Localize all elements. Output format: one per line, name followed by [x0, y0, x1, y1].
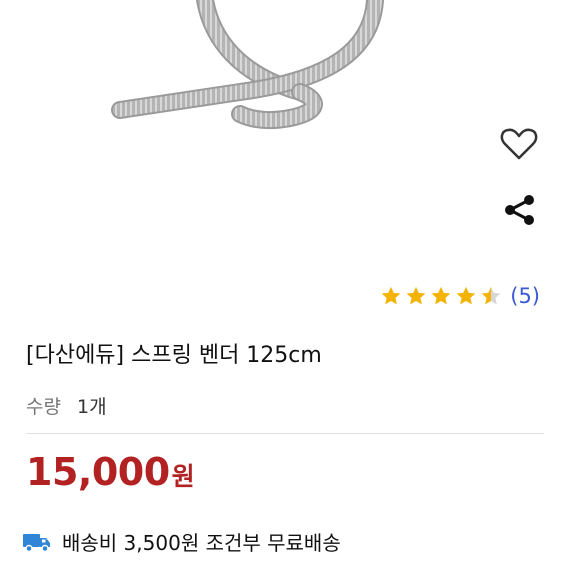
share-button[interactable]	[500, 190, 540, 230]
star-icon	[431, 286, 451, 305]
quantity-value: 1개	[77, 396, 107, 418]
star-icon	[456, 286, 476, 305]
rating[interactable]: (5)	[380, 280, 540, 312]
shipping-info: 배송비 3,500원 조건부 무료배송	[22, 527, 341, 556]
product-title: [다산에듀] 스프링 벤더 125cm	[26, 343, 322, 368]
price-amount: 15,000	[26, 450, 170, 494]
truck-icon	[23, 533, 50, 552]
review-count[interactable]: (5)	[510, 284, 540, 308]
divider	[26, 433, 544, 434]
price: 15,000원	[26, 450, 195, 494]
heart-icon	[500, 128, 538, 160]
shipping-text: 배송비 3,500원 조건부 무료배송	[62, 531, 341, 555]
star-icon	[406, 286, 426, 305]
quantity: 수량 1개	[26, 392, 107, 419]
quantity-label: 수량	[26, 396, 61, 418]
price-unit: 원	[171, 462, 195, 491]
share-icon	[505, 195, 534, 225]
star-icon	[381, 286, 401, 305]
half-star-icon	[481, 286, 501, 305]
product-image	[111, 0, 384, 130]
rating-stars	[380, 285, 502, 307]
wishlist-button[interactable]	[497, 122, 541, 166]
